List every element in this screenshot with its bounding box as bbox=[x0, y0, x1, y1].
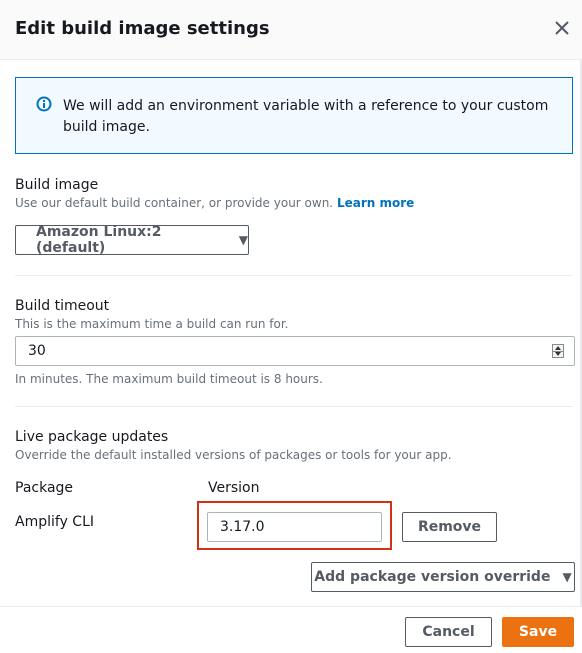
learn-more-link[interactable]: Learn more bbox=[337, 196, 414, 210]
add-override-label: Add package version override bbox=[314, 569, 551, 585]
column-header-package: Package bbox=[15, 480, 74, 496]
divider bbox=[15, 406, 573, 407]
column-header-version: Version bbox=[208, 480, 260, 496]
build-timeout-label: Build timeout bbox=[15, 298, 110, 314]
footer-divider bbox=[0, 606, 582, 607]
build-image-selected: Amazon Linux:2 (default) bbox=[36, 224, 162, 256]
info-alert: We will add an environment variable with… bbox=[15, 77, 573, 154]
add-override-button[interactable]: Add package version override ▼ bbox=[311, 562, 575, 592]
close-icon[interactable] bbox=[552, 18, 572, 38]
package-name: Amplify CLI bbox=[15, 514, 95, 530]
live-package-description: Override the default installed versions … bbox=[15, 448, 452, 462]
modal-title: Edit build image settings bbox=[15, 18, 270, 39]
build-image-description: Use our default build container, or prov… bbox=[15, 196, 415, 210]
modal-header: Edit build image settings bbox=[0, 0, 582, 60]
build-timeout-value: 30 bbox=[28, 343, 46, 359]
info-icon bbox=[36, 96, 52, 112]
caret-down-icon: ▼ bbox=[238, 233, 248, 247]
number-spinner-icon[interactable] bbox=[552, 344, 564, 358]
divider bbox=[15, 275, 573, 276]
save-button[interactable]: Save bbox=[502, 617, 574, 647]
version-input[interactable]: 3.17.0 bbox=[207, 512, 382, 542]
remove-button[interactable]: Remove bbox=[402, 512, 497, 542]
cancel-button[interactable]: Cancel bbox=[405, 617, 492, 647]
build-timeout-description: This is the maximum time a build can run… bbox=[15, 317, 289, 331]
build-timeout-input[interactable]: 30 bbox=[15, 336, 575, 366]
build-timeout-hint: In minutes. The maximum build timeout is… bbox=[15, 372, 323, 386]
build-image-label: Build image bbox=[15, 177, 99, 193]
caret-down-icon: ▼ bbox=[562, 570, 572, 584]
alert-text: We will add an environment variable with… bbox=[63, 98, 549, 135]
live-package-label: Live package updates bbox=[15, 429, 169, 445]
build-image-select[interactable]: Amazon Linux:2 (default) ▼ bbox=[15, 224, 249, 256]
